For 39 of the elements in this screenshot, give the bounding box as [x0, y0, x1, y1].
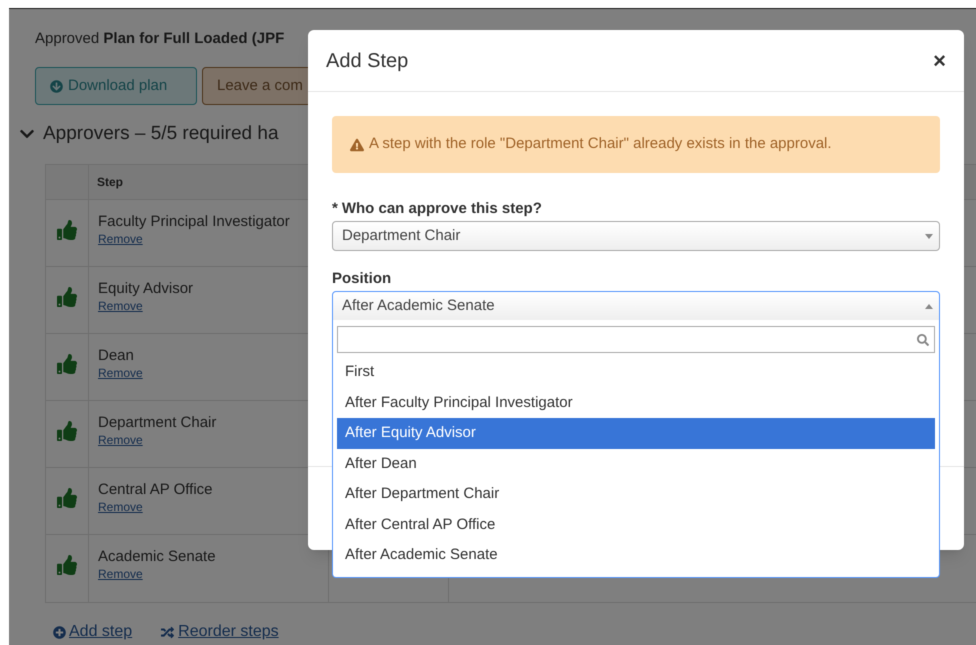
dropdown-option[interactable]: After Dean	[337, 448, 935, 479]
step-name: Academic Senate	[98, 547, 216, 567]
warning-icon	[350, 138, 364, 152]
step-name: Equity Advisor	[98, 279, 194, 299]
shuffle-icon	[160, 626, 176, 638]
plan-title: Approved Plan for Full Loaded (JPF	[35, 29, 286, 49]
download-button[interactable]: Download plan	[35, 67, 197, 105]
remove-link[interactable]: Remove	[98, 433, 143, 447]
select-field[interactable]: Department Chair	[332, 221, 940, 251]
step-name: Faculty Principal Investigator	[98, 212, 290, 232]
step-name: Dean	[98, 346, 134, 366]
dropdown-option[interactable]: After Academic Senate	[337, 540, 935, 570]
remove-link[interactable]: Remove	[98, 567, 143, 581]
download-icon	[50, 80, 63, 92]
field-label: Position	[332, 269, 392, 289]
column-header: Step	[97, 174, 124, 191]
add-step-link[interactable]: Add step	[53, 620, 132, 644]
select-field[interactable]: After Academic Senate	[332, 291, 940, 321]
remove-link[interactable]: Remove	[98, 299, 143, 313]
alert-message: A step with the role "Department Chair" already exists in the approval.	[369, 134, 832, 154]
close-button[interactable]: ×	[933, 50, 946, 72]
required-mark: *	[332, 199, 338, 219]
step-name: Department Chair	[98, 413, 216, 433]
remove-link[interactable]: Remove	[98, 366, 143, 380]
remove-link[interactable]: Remove	[98, 500, 143, 514]
dropdown-option[interactable]: After Department Chair	[337, 479, 935, 510]
search-field[interactable]	[337, 326, 935, 353]
dropdown-option[interactable]: After Equity Advisor	[337, 418, 935, 448]
remove-link[interactable]: Remove	[98, 232, 143, 246]
caret-up-icon	[925, 304, 933, 308]
dropdown-option[interactable]: After Central AP Office	[337, 510, 935, 540]
reorder-steps-link[interactable]: Reorder steps	[160, 620, 279, 644]
caret-down-icon	[925, 234, 933, 238]
section-heading: Approvers – 5/5 required ha	[43, 122, 279, 146]
dropdown-option[interactable]: First	[337, 357, 935, 388]
search-icon	[917, 334, 929, 346]
step-name: Central AP Office	[98, 480, 213, 500]
dropdown-option[interactable]: After Faculty Principal Investigator	[337, 388, 935, 418]
field-label: Who can approve this step?	[342, 199, 542, 219]
